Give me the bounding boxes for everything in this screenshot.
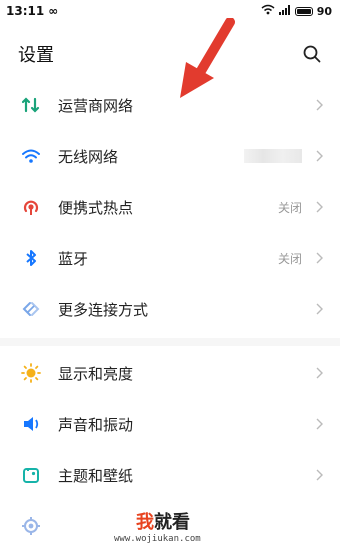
- battery-icon: [294, 6, 313, 16]
- setting-display-brightness[interactable]: 显示和亮度: [0, 348, 340, 398]
- setting-label: 主题和壁纸: [58, 466, 134, 485]
- search-button[interactable]: [300, 42, 324, 66]
- setting-label: 蓝牙: [58, 249, 89, 268]
- wifi-icon: [261, 4, 275, 18]
- chevron-right-icon: [314, 469, 324, 481]
- setting-theme-wallpaper[interactable]: 主题和壁纸: [0, 450, 340, 500]
- battery-level: 90: [316, 4, 332, 18]
- setting-label: 声音和振动: [58, 415, 134, 434]
- setting-more-connections[interactable]: 更多连接方式: [0, 284, 340, 334]
- setting-label: 更多连接方式: [58, 300, 149, 319]
- setting-label: 无线网络: [58, 147, 119, 166]
- speaker-icon: [20, 413, 42, 435]
- blurred-network-name: [244, 149, 302, 163]
- status-time: 13:11: [6, 4, 45, 18]
- location-target-icon: [20, 515, 42, 537]
- chevron-right-icon: [314, 252, 324, 264]
- chevron-right-icon: [314, 150, 324, 162]
- status-bar: 13:11 ∞ 90: [0, 0, 340, 22]
- setting-carrier-network[interactable]: 运营商网络: [0, 80, 340, 130]
- chevron-right-icon: [314, 201, 324, 213]
- setting-bluetooth[interactable]: 蓝牙 关闭: [0, 233, 340, 283]
- watermark: 我就看 www.wojiukan.com: [106, 508, 306, 552]
- setting-wifi[interactable]: 无线网络: [0, 131, 340, 181]
- chevron-right-icon: [314, 99, 324, 111]
- link-icon: [20, 298, 42, 320]
- page-title: 设置: [18, 45, 54, 66]
- setting-label: 便携式热点: [58, 198, 134, 217]
- signal-icon: [278, 4, 291, 18]
- hotspot-icon: [20, 196, 42, 218]
- theme-icon: [20, 464, 42, 486]
- setting-hotspot[interactable]: 便携式热点 关闭: [0, 182, 340, 232]
- watermark-url: www.wojiukan.com: [114, 534, 201, 544]
- header: 设置: [0, 36, 340, 72]
- setting-label: 显示和亮度: [58, 364, 134, 383]
- setting-value: 关闭: [277, 251, 302, 266]
- sun-icon: [20, 362, 42, 384]
- chevron-right-icon: [314, 418, 324, 430]
- setting-value: 关闭: [277, 200, 302, 215]
- chevron-right-icon: [314, 303, 324, 315]
- carrier-network-icon: [20, 94, 42, 116]
- infinity-icon: ∞: [48, 4, 59, 18]
- chevron-right-icon: [314, 367, 324, 379]
- setting-sound-vibration[interactable]: 声音和振动: [0, 399, 340, 449]
- search-icon: [303, 45, 321, 63]
- bluetooth-icon: [20, 247, 42, 269]
- wifi-setting-icon: [20, 145, 42, 167]
- watermark-logo: 我就看: [136, 512, 190, 533]
- section-divider: [0, 338, 340, 346]
- setting-label: 运营商网络: [58, 96, 134, 115]
